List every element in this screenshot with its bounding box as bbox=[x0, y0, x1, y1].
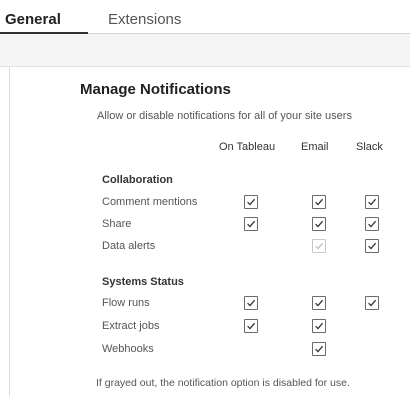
checkmark-icon bbox=[368, 198, 377, 206]
checkbox-flow-runs-slack[interactable] bbox=[365, 296, 379, 310]
checkmark-icon bbox=[315, 242, 324, 250]
checkbox-flow-runs-email[interactable] bbox=[312, 296, 326, 310]
header-band bbox=[0, 34, 410, 66]
checkbox-comment-mentions-on-tableau[interactable] bbox=[244, 195, 258, 209]
tab-general[interactable]: General bbox=[5, 11, 61, 29]
row-label-share: Share bbox=[102, 218, 132, 230]
column-header-email: Email bbox=[301, 141, 329, 153]
row-label-comment-mentions: Comment mentions bbox=[102, 196, 198, 208]
checkbox-webhooks-email[interactable] bbox=[312, 342, 326, 356]
checkmark-icon bbox=[368, 242, 377, 250]
checkmark-icon bbox=[247, 198, 256, 206]
row-label-data-alerts: Data alerts bbox=[102, 240, 156, 252]
checkmark-icon bbox=[315, 198, 324, 206]
checkmark-icon bbox=[247, 299, 256, 307]
checkmark-icon bbox=[368, 220, 377, 228]
footer-note: If grayed out, the notification option i… bbox=[96, 377, 350, 389]
checkbox-share-on-tableau[interactable] bbox=[244, 217, 258, 231]
checkmark-icon bbox=[247, 220, 256, 228]
tab-extensions[interactable]: Extensions bbox=[108, 11, 181, 29]
checkbox-data-alerts-email bbox=[312, 239, 326, 253]
checkmark-icon bbox=[315, 299, 324, 307]
checkbox-share-email[interactable] bbox=[312, 217, 326, 231]
tab-bar: General Extensions bbox=[0, 0, 410, 34]
checkmark-icon bbox=[368, 299, 377, 307]
panel-left-border bbox=[9, 67, 10, 396]
section-title-collaboration: Collaboration bbox=[102, 174, 173, 186]
row-label-webhooks: Webhooks bbox=[102, 343, 154, 355]
panel-subtitle: Allow or disable notifications for all o… bbox=[97, 110, 352, 122]
checkbox-comment-mentions-email[interactable] bbox=[312, 195, 326, 209]
checkbox-flow-runs-on-tableau[interactable] bbox=[244, 296, 258, 310]
checkbox-extract-jobs-email[interactable] bbox=[312, 319, 326, 333]
checkbox-extract-jobs-on-tableau[interactable] bbox=[244, 319, 258, 333]
checkmark-icon bbox=[315, 322, 324, 330]
section-title-systems-status: Systems Status bbox=[102, 276, 184, 288]
row-label-flow-runs: Flow runs bbox=[102, 297, 150, 309]
checkmark-icon bbox=[247, 322, 256, 330]
checkbox-share-slack[interactable] bbox=[365, 217, 379, 231]
column-header-on-tableau: On Tableau bbox=[219, 141, 276, 153]
header-band-divider bbox=[0, 66, 410, 67]
checkmark-icon bbox=[315, 345, 324, 353]
checkbox-data-alerts-slack[interactable] bbox=[365, 239, 379, 253]
checkbox-comment-mentions-slack[interactable] bbox=[365, 195, 379, 209]
checkmark-icon bbox=[315, 220, 324, 228]
column-header-slack: Slack bbox=[356, 141, 383, 153]
panel-title: Manage Notifications bbox=[80, 81, 231, 98]
row-label-extract-jobs: Extract jobs bbox=[102, 320, 160, 332]
